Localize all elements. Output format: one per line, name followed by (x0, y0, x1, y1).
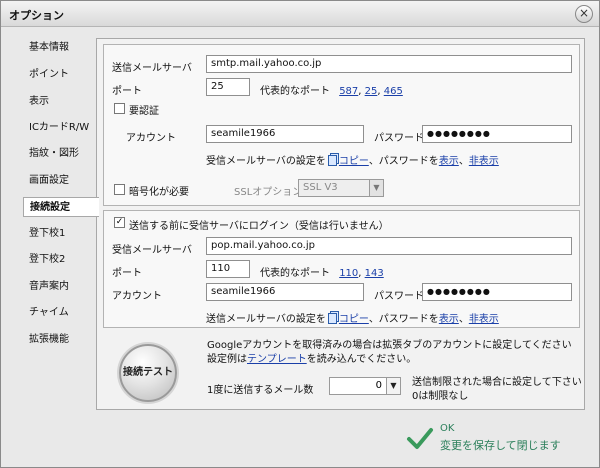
sidebar-item-screen[interactable]: 画面設定 (23, 171, 97, 191)
pop-server-input[interactable]: pop.mail.yahoo.co.jp (206, 237, 572, 255)
pop-typical-ports: 代表的なポート 110, 143 (260, 268, 384, 279)
smtp-port-link-587[interactable]: 587 (339, 86, 358, 97)
pop-group: ✓ 送信する前に受信サーバにログイン（受信は行いません） 受信メールサーバ po… (103, 210, 580, 328)
google-note-2-suffix: を読み込んでください。 (306, 354, 417, 365)
sidebar-item-display[interactable]: 表示 (23, 92, 97, 112)
smtp-password-label: パスワード (374, 133, 424, 144)
smtp-show-password-link[interactable]: 表示 (439, 156, 459, 167)
auth-label: 要認証 (129, 106, 159, 117)
sidebar-item-commute-1[interactable]: 登下校1 (23, 224, 97, 244)
pop-password-label: パスワード (374, 291, 424, 302)
pop-password-input[interactable]: ●●●●●●●● (422, 283, 572, 301)
sidebar-item-chime[interactable]: チャイム (23, 303, 97, 323)
smtp-copy-mid: 、パスワードを (368, 156, 439, 167)
checkmark-icon (407, 428, 433, 449)
smtp-typical-label: 代表的なポート (260, 86, 330, 97)
sidebar-item-commute-2[interactable]: 登下校2 (23, 250, 97, 270)
connection-test-button[interactable]: 接続テスト (119, 344, 177, 402)
close-icon[interactable]: × (575, 5, 593, 23)
ssl-option-label: SSLオプション (234, 187, 303, 198)
smtp-copy-line: 受信メールサーバの設定を コピー、パスワードを表示、非表示 (206, 155, 499, 167)
limit-note-2: 0は制限なし (412, 391, 469, 402)
ssl-option-value: SSL V3 (303, 182, 338, 193)
smtp-port-input[interactable]: 25 (206, 78, 250, 96)
sidebar-item-voice[interactable]: 音声案内 (23, 277, 97, 297)
google-note-2: 設定例はテンプレートを読み込んでください。 (207, 350, 416, 365)
pop-login-checkbox[interactable]: ✓ (114, 217, 125, 228)
smtp-typical-ports: 代表的なポート 587, 25, 465 (260, 86, 403, 97)
pop-port-input[interactable]: 110 (206, 260, 250, 278)
pop-account-label: アカウント (112, 291, 162, 302)
smtp-account-label: アカウント (126, 133, 176, 144)
smtp-port-label: ポート (112, 86, 142, 97)
sidebar-item-basic[interactable]: 基本情報 (23, 38, 97, 58)
ok-label: OK (440, 423, 455, 434)
pop-account-input[interactable]: seamile1966 (206, 283, 364, 301)
smtp-hide-password-link[interactable]: 非表示 (469, 156, 499, 167)
copy-icon (327, 155, 337, 166)
pop-copy-link[interactable]: コピー (339, 314, 369, 325)
sidebar-item-extension[interactable]: 拡張機能 (23, 330, 97, 350)
smtp-account-input[interactable]: seamile1966 (206, 125, 364, 143)
pop-show-password-link[interactable]: 表示 (439, 314, 459, 325)
ssl-checkbox[interactable] (114, 184, 125, 195)
smtp-group: 送信メールサーバ smtp.mail.yahoo.co.jp ポート 25 代表… (103, 44, 580, 206)
window-title: オプション (9, 9, 64, 22)
pop-login-label: 送信する前に受信サーバにログイン（受信は行いません） (129, 221, 389, 232)
smtp-copy-link[interactable]: コピー (339, 156, 369, 167)
ok-button[interactable]: OK 変更を保存して閉じます (406, 419, 596, 459)
pop-server-label: 受信メールサーバ (112, 245, 192, 256)
sidebar-item-fingerprint[interactable]: 指紋・図形 (23, 144, 97, 164)
batch-count-select[interactable]: 0 ▼ (329, 377, 401, 395)
options-window: オプション × 基本情報 ポイント 表示 ICカードR/W 指紋・図形 画面設定… (0, 0, 600, 468)
pop-copy-prefix: 送信メールサーバの設定を (206, 314, 326, 325)
smtp-port-link-465[interactable]: 465 (384, 86, 403, 97)
pop-port-link-110[interactable]: 110 (339, 268, 358, 279)
ok-description: 変更を保存して閉じます (440, 439, 561, 452)
ssl-label: 暗号化が必要 (129, 187, 189, 198)
template-link[interactable]: テンプレート (247, 354, 307, 365)
smtp-server-input[interactable]: smtp.mail.yahoo.co.jp (206, 55, 572, 73)
pop-copy-line: 送信メールサーバの設定を コピー、パスワードを表示、非表示 (206, 313, 499, 325)
pop-port-link-143[interactable]: 143 (365, 268, 384, 279)
sidebar-item-ic-card[interactable]: ICカードR/W (23, 118, 97, 138)
batch-count-value: 0 (375, 380, 382, 391)
limit-note-1: 送信制限された場合に設定して下さい (412, 377, 582, 388)
connection-settings-panel: 送信メールサーバ smtp.mail.yahoo.co.jp ポート 25 代表… (96, 38, 585, 410)
pop-copy-mid: 、パスワードを (368, 314, 439, 325)
pop-hide-password-link[interactable]: 非表示 (469, 314, 499, 325)
chevron-down-icon: ▼ (369, 180, 383, 196)
title-bar: オプション × (1, 1, 599, 27)
smtp-password-input[interactable]: ●●●●●●●● (422, 125, 572, 143)
chevron-down-icon: ▼ (386, 378, 400, 394)
smtp-port-link-25[interactable]: 25 (365, 86, 378, 97)
smtp-copy-prefix: 受信メールサーバの設定を (206, 156, 326, 167)
ssl-option-select[interactable]: SSL V3 ▼ (298, 179, 384, 197)
pop-port-label: ポート (112, 268, 142, 279)
sidebar-item-points[interactable]: ポイント (23, 65, 97, 85)
batch-count-label: 1度に送信するメール数 (207, 385, 314, 396)
google-note-2-prefix: 設定例は (207, 354, 247, 365)
smtp-server-label: 送信メールサーバ (112, 63, 192, 74)
sidebar-item-connection[interactable]: 接続設定 (23, 197, 99, 217)
google-note-1: Googleアカウントを取得済みの場合は拡張タブのアカウントに設定してください (207, 340, 572, 351)
copy-icon (327, 313, 337, 324)
pop-typical-label: 代表的なポート (260, 268, 330, 279)
auth-checkbox[interactable] (114, 103, 125, 114)
